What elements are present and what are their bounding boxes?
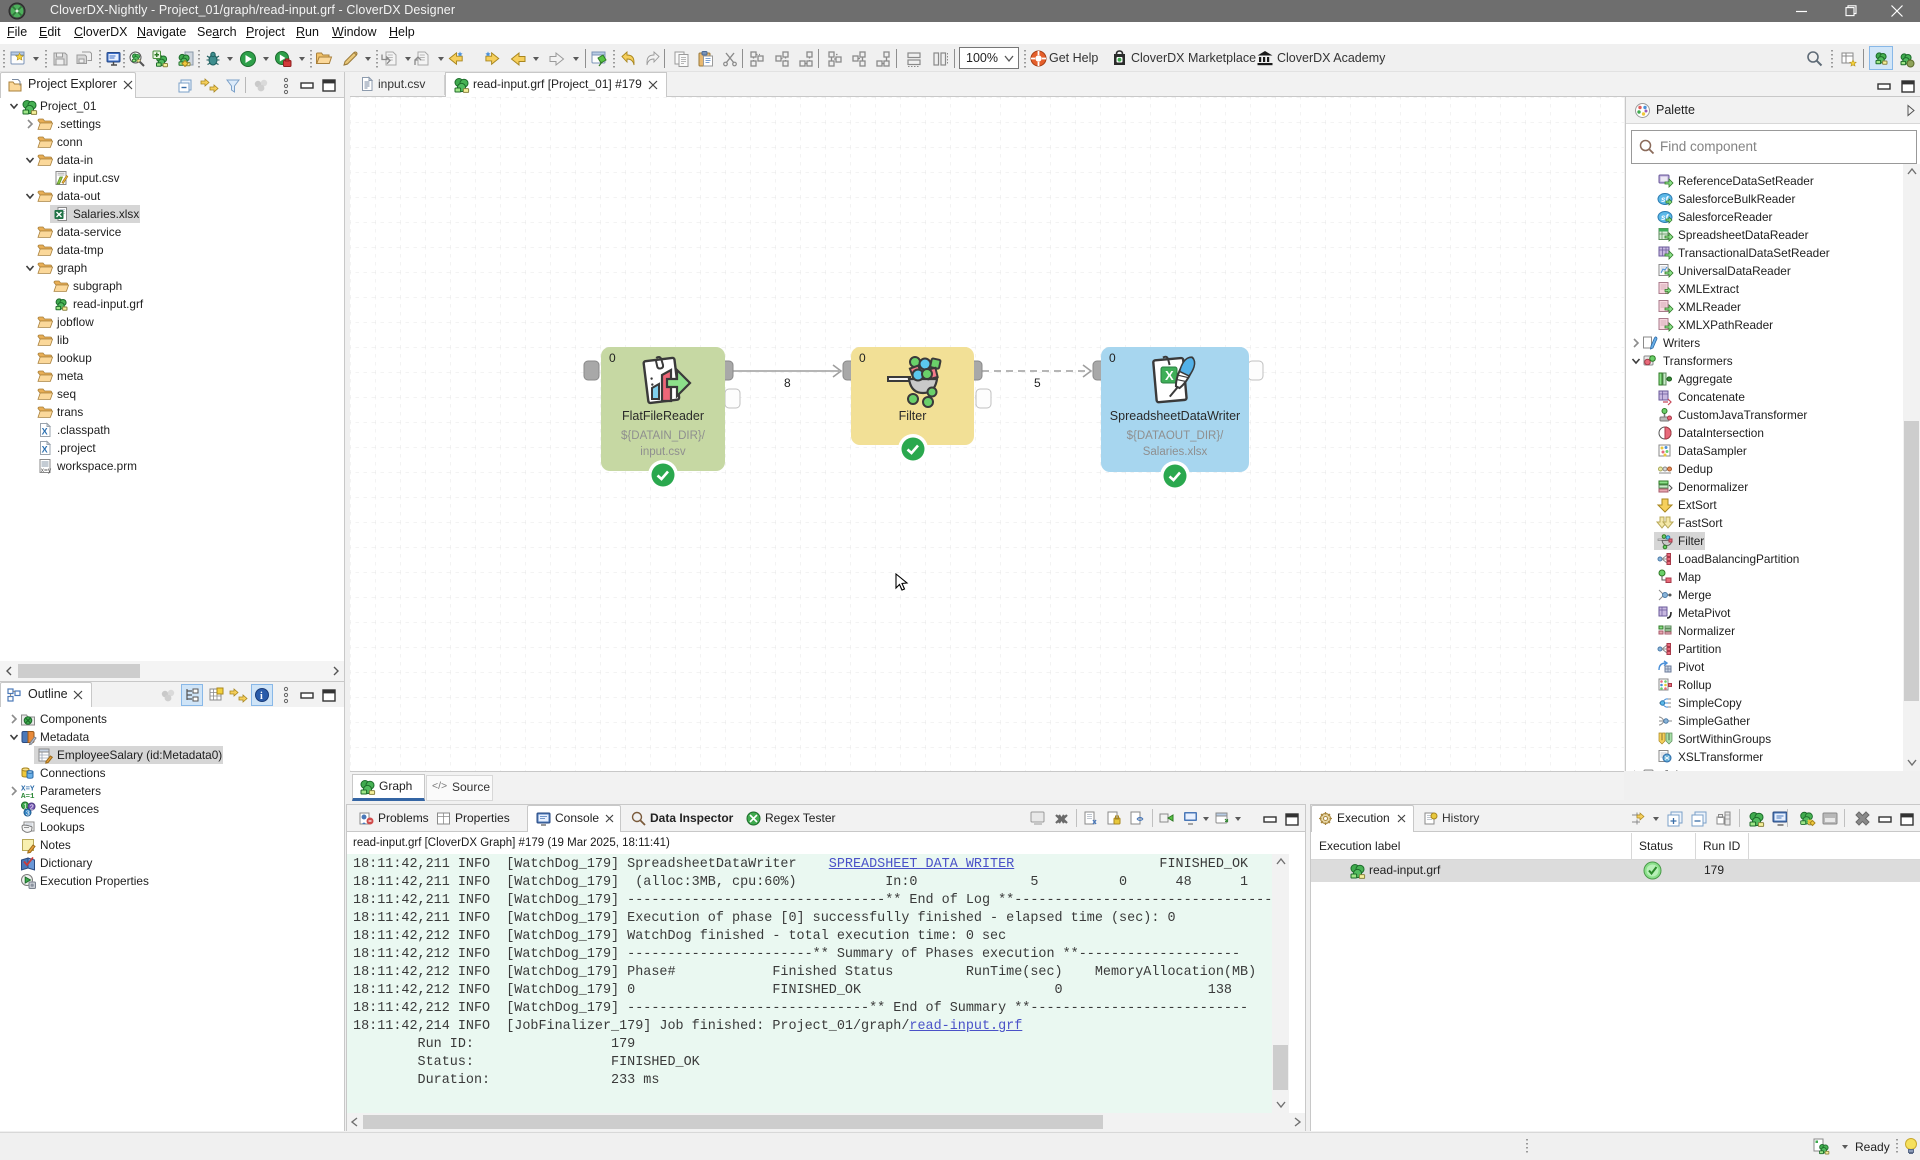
svg-text:X: X — [1165, 368, 1174, 383]
svg-text:i: i — [260, 691, 263, 702]
